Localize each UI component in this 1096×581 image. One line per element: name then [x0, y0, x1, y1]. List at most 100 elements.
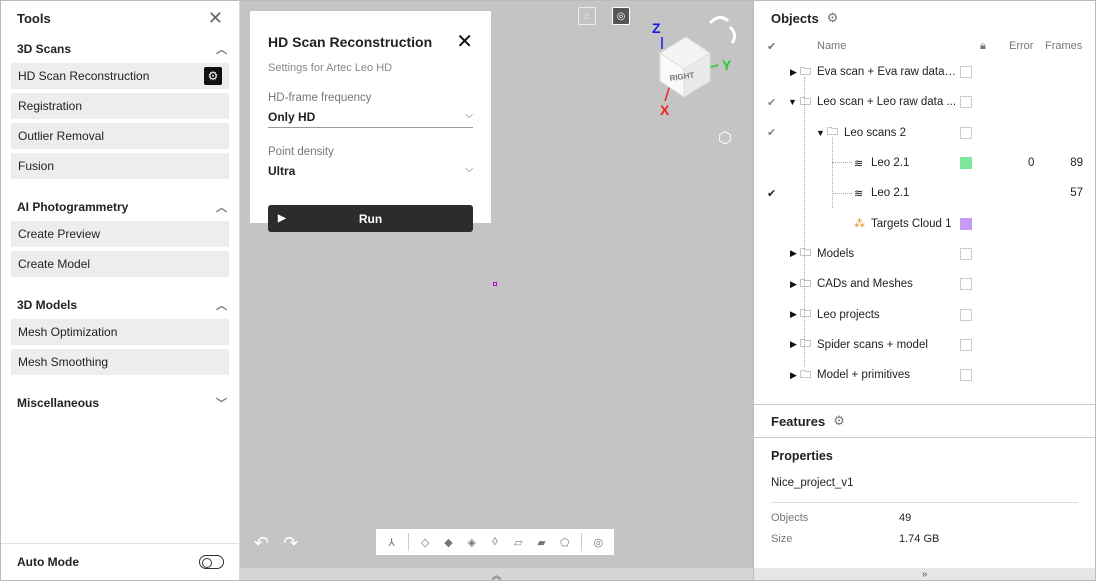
view-right-icon[interactable]: ◊: [488, 535, 502, 549]
tool-outlier-removal[interactable]: Outlier Removal: [11, 123, 229, 149]
properties-title: Properties: [771, 449, 833, 463]
collapse-icon[interactable]: ▼: [788, 97, 797, 107]
check-all-icon[interactable]: ✔: [767, 40, 776, 53]
play-icon: ▶: [278, 213, 286, 224]
folder-icon: 🗀︎: [800, 95, 811, 108]
color-swatch[interactable]: [960, 157, 972, 170]
redo-icon[interactable]: ↷: [283, 533, 298, 554]
lock-view-icon[interactable]: ⌂: [578, 7, 596, 25]
lock-checkbox[interactable]: [960, 247, 972, 260]
view-bottom-icon[interactable]: ▰: [534, 535, 548, 549]
section-3d-models[interactable]: 3D Models ︿: [1, 291, 239, 319]
lock-checkbox[interactable]: [960, 66, 972, 79]
tree-row[interactable]: ✔ ≋ Leo 2.1 57: [754, 178, 1095, 208]
tool-hd-scan-reconstruction[interactable]: HD Scan Reconstruction ⚙: [11, 63, 229, 89]
section-ai-photogrammetry[interactable]: AI Photogrammetry ︿: [1, 193, 239, 221]
gear-icon[interactable]: ⚙: [833, 413, 845, 429]
folder-icon: 🗀︎: [800, 247, 811, 260]
color-swatch[interactable]: [960, 217, 972, 230]
axis-z-label: Z: [652, 20, 661, 36]
features-header[interactable]: Features ⚙: [754, 404, 1095, 438]
layers-icon: ≋: [854, 157, 864, 170]
view-cube[interactable]: Z Y X RIGHT: [640, 5, 750, 115]
tools-title: Tools: [17, 10, 51, 26]
tree-row[interactable]: ✔ ▼ 🗀︎ Leo scans 2: [754, 118, 1095, 148]
chevron-down-icon: ﹀: [216, 398, 227, 410]
visibility-check-icon[interactable]: ✔: [767, 126, 776, 139]
lock-checkbox[interactable]: [960, 278, 972, 291]
gear-icon[interactable]: ⚙: [827, 10, 839, 26]
rotate-left-icon: [708, 16, 730, 25]
view-front-icon[interactable]: ◇: [418, 535, 432, 549]
auto-mode-label: Auto Mode: [17, 555, 79, 569]
expand-icon[interactable]: ▶: [790, 279, 797, 290]
expand-icon[interactable]: ▶: [790, 370, 797, 381]
view-top-icon[interactable]: ▱: [511, 535, 525, 549]
lock-checkbox[interactable]: [960, 96, 972, 109]
objects-panel: Objects ⚙ ✔ Name 🔒︎ Error Frames ▶ 🗀︎ Ev…: [753, 0, 1096, 581]
point-density-select[interactable]: Point density Ultra ⌵: [268, 146, 473, 181]
view-back-icon[interactable]: ◆: [441, 535, 455, 549]
tree-row[interactable]: ▶ 🗀︎ Eva scan + Eva raw data ...: [754, 57, 1095, 87]
section-3d-scans[interactable]: 3D Scans ︿: [1, 35, 239, 63]
expand-icon[interactable]: ▶: [790, 248, 797, 259]
3d-viewport[interactable]: HD Scan Reconstruction ✕ Settings for Ar…: [240, 0, 753, 581]
view-left-icon[interactable]: ◈: [465, 535, 479, 549]
visibility-check-icon[interactable]: ✔: [767, 187, 776, 200]
tool-mesh-smoothing[interactable]: Mesh Smoothing: [11, 349, 229, 375]
dialog-title: HD Scan Reconstruction: [268, 33, 433, 50]
tree-row[interactable]: ▶ 🗀︎ Spider scans + model: [754, 330, 1095, 360]
chevron-up-icon: ︿: [216, 300, 227, 312]
tool-fusion[interactable]: Fusion: [11, 153, 229, 179]
tree-row[interactable]: ▶ 🗀︎ Model + primitives: [754, 360, 1095, 390]
tree-row[interactable]: ▶ 🗀︎ CADs and Meshes: [754, 269, 1095, 299]
raw-scan-icon: ≋: [854, 187, 864, 200]
tree-row[interactable]: ▶ 🗀︎ Leo projects: [754, 299, 1095, 329]
tree-row[interactable]: ≋ Leo 2.1 0 89: [754, 148, 1095, 178]
hd-scan-dialog: HD Scan Reconstruction ✕ Settings for Ar…: [250, 11, 491, 232]
tool-create-model[interactable]: Create Model: [11, 251, 229, 277]
run-button[interactable]: ▶ Run: [268, 205, 473, 232]
undo-icon[interactable]: ↶: [254, 533, 269, 554]
axis-y-label: Y: [722, 57, 732, 73]
gear-icon[interactable]: ⚙: [204, 67, 222, 85]
visibility-check-icon[interactable]: ✔: [767, 96, 776, 109]
folder-icon: 🗀︎: [800, 338, 811, 351]
folder-icon: 🗀︎: [800, 368, 811, 381]
expand-icon[interactable]: ▶: [790, 67, 797, 78]
auto-mode-row: Auto Mode: [1, 543, 240, 580]
tree-row[interactable]: ⁂ Targets Cloud 1: [754, 208, 1095, 238]
view-iso-icon[interactable]: ⬠: [558, 535, 572, 549]
collapse-icon[interactable]: ▼: [816, 128, 825, 138]
chevron-up-icon: ︿: [216, 202, 227, 214]
target-icon[interactable]: ◎: [591, 535, 605, 549]
tools-header: Tools ✕: [1, 1, 239, 35]
fit-view-icon[interactable]: ◎: [612, 7, 630, 25]
project-name[interactable]: Nice_project_v1: [771, 477, 1078, 503]
cube-view-icon[interactable]: ⬡: [718, 128, 732, 148]
lock-checkbox[interactable]: [960, 308, 972, 321]
folder-icon: 🗀︎: [827, 126, 838, 139]
tool-create-preview[interactable]: Create Preview: [11, 221, 229, 247]
folder-icon: 🗀︎: [800, 65, 811, 78]
tool-mesh-optimization[interactable]: Mesh Optimization: [11, 319, 229, 345]
chevron-down-icon: ⌵: [465, 110, 473, 121]
rotate-right-icon: [728, 25, 737, 44]
close-icon[interactable]: ✕: [456, 29, 473, 54]
tool-registration[interactable]: Registration: [11, 93, 229, 119]
hd-frame-frequency-select[interactable]: HD-frame frequency Only HD ⌵: [268, 92, 473, 128]
lock-checkbox[interactable]: [960, 126, 972, 139]
expand-icon[interactable]: ▶: [790, 339, 797, 350]
tree-row[interactable]: ✔ ▼ 🗀︎ Leo scan + Leo raw data ...: [754, 87, 1095, 117]
expand-bottom-icon[interactable]: ︽: [240, 568, 753, 581]
auto-mode-toggle[interactable]: [199, 555, 224, 569]
expand-icon[interactable]: ▶: [790, 309, 797, 320]
properties-section: Properties Nice_project_v1 Objects 49 Si…: [754, 441, 1095, 553]
lock-checkbox[interactable]: [960, 338, 972, 351]
section-miscellaneous[interactable]: Miscellaneous ﹀: [1, 389, 239, 417]
tree-row[interactable]: ▶ 🗀︎ Models: [754, 239, 1095, 269]
expand-right-icon[interactable]: »: [754, 568, 1095, 580]
close-icon[interactable]: ✕: [208, 8, 223, 29]
lock-checkbox[interactable]: [960, 369, 972, 382]
axes-icon[interactable]: ⅄: [385, 535, 399, 549]
